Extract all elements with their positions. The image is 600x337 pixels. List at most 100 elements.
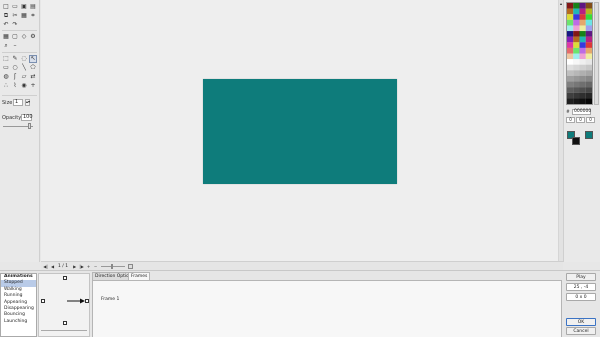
paste-icon[interactable]: ▦ [20,12,28,20]
color-swatch[interactable] [579,19,586,26]
color-swatch[interactable] [579,3,586,9]
size-input[interactable]: 1 [13,99,23,106]
frame-list-item[interactable]: Frame 1 [101,297,119,302]
color-swatch[interactable] [573,59,580,65]
opacity-input[interactable]: 100 [21,114,33,121]
color-swatch[interactable] [579,81,586,88]
canvas-area[interactable]: ▴ [41,0,563,261]
zoom-icon[interactable]: ⌕ [2,42,10,50]
direction-handle-bottom[interactable] [63,321,67,325]
color-swatch[interactable] [585,19,592,26]
pointer-icon[interactable]: ↖ [29,55,37,63]
brush-icon[interactable]: ʃ [11,73,19,81]
color-swatch[interactable] [585,42,592,48]
opacity-slider-thumb[interactable] [28,123,31,129]
color-swatch[interactable] [567,14,574,20]
color-swatch[interactable] [585,31,592,37]
color-swatch[interactable] [579,36,586,43]
sprite-canvas[interactable] [203,79,397,184]
blue-input[interactable]: 0 [586,117,595,123]
color-swatch[interactable] [573,14,580,20]
color-swatch[interactable] [573,36,580,43]
gear-icon[interactable]: ⚙ [29,33,37,41]
color-swatch[interactable] [579,59,586,65]
color-swatch[interactable] [573,53,580,60]
tertiary-color-swatch[interactable] [585,131,593,139]
hex-input[interactable]: 000000 [572,109,591,115]
color-swatch[interactable] [579,75,586,82]
color-swatch[interactable] [585,92,592,99]
lasso-icon[interactable]: ◌ [20,55,28,63]
eraser-icon[interactable]: ▱ [20,73,28,81]
frame-slider[interactable] [101,263,126,269]
offset-field[interactable]: 25 , -4 [566,283,596,291]
color-swatch[interactable] [573,47,580,54]
polygon-icon[interactable]: ⬠ [29,64,37,72]
pencil-icon[interactable]: ✎ [11,55,19,63]
spray-icon[interactable]: ∴ [2,82,10,90]
color-swatch[interactable] [579,98,586,104]
replace-icon[interactable]: ⇄ [29,73,37,81]
color-swatch[interactable] [585,8,592,15]
cancel-button[interactable]: Cancel [566,327,596,335]
color-swatch[interactable] [573,25,580,32]
color-swatch[interactable] [585,59,592,65]
color-swatch[interactable] [585,14,592,20]
line-icon[interactable]: ╲ [20,64,28,72]
first-frame-button[interactable]: ◀| [43,264,48,269]
delete-frame-button[interactable]: − [93,264,98,269]
direction-handle-right[interactable] [85,299,89,303]
copy-icon[interactable]: ⧉ [2,12,10,20]
green-input[interactable]: 0 [576,117,585,123]
color-swatch[interactable] [579,25,586,32]
color-swatch[interactable] [585,70,592,76]
color-swatch[interactable] [585,64,592,71]
play-button[interactable]: Play [566,273,596,281]
cut-icon[interactable]: ✂ [11,12,19,20]
color-swatch[interactable] [573,8,580,15]
color-swatch[interactable] [567,53,574,60]
color-swatch[interactable] [579,47,586,54]
color-swatch[interactable] [573,64,580,71]
color-swatch[interactable] [585,47,592,54]
prev-frame-button[interactable]: ◀ [50,264,55,269]
color-swatch[interactable] [573,42,580,48]
color-swatch[interactable] [585,87,592,93]
rectangle-icon[interactable]: ▭ [2,64,10,72]
eye-icon[interactable]: ◉ [20,82,28,90]
color-swatch[interactable] [579,8,586,15]
dropper-icon[interactable]: ⌇ [11,82,19,90]
color-swatch[interactable] [567,47,574,54]
color-swatch[interactable] [579,64,586,71]
animation-item[interactable]: Launching [1,319,36,325]
color-swatch[interactable] [567,42,574,48]
grid-icon[interactable]: ▦ [2,33,10,41]
color-swatch[interactable] [567,3,574,9]
color-swatch[interactable] [567,75,574,82]
color-swatch[interactable] [585,81,592,88]
plus-icon[interactable]: + [29,82,37,90]
color-swatch[interactable] [579,70,586,76]
crop-icon[interactable]: ⌗ [29,12,37,20]
color-swatch[interactable] [567,31,574,37]
color-swatch[interactable] [573,98,580,104]
color-swatch[interactable] [573,70,580,76]
open-folder-icon[interactable]: ▭ [11,3,19,11]
color-swatch[interactable] [573,87,580,93]
size-stepper[interactable]: ▴▾ [25,99,30,106]
rect-select-icon[interactable]: ⬚ [2,55,10,63]
color-swatch[interactable] [579,92,586,99]
ok-button[interactable]: OK [566,318,596,326]
color-swatch[interactable] [567,98,574,104]
color-swatch[interactable] [567,92,574,99]
color-swatch[interactable] [573,75,580,82]
color-swatch[interactable] [567,59,574,65]
color-swatch[interactable] [567,70,574,76]
color-swatch[interactable] [585,3,592,9]
color-swatch[interactable] [585,25,592,32]
color-swatch[interactable] [573,81,580,88]
color-swatch[interactable] [573,92,580,99]
fill-icon[interactable]: ◍ [2,73,10,81]
ellipse-icon[interactable]: ○ [11,64,19,72]
color-swatch[interactable] [585,36,592,43]
